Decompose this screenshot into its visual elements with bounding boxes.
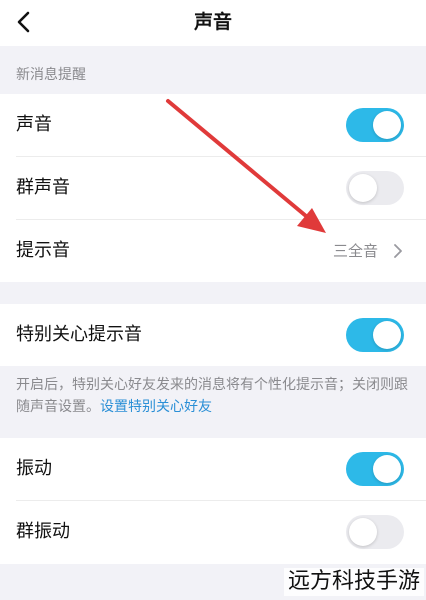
group-sound-label: 群声音 [16, 177, 70, 198]
group-vibrate-row: 群振动 [0, 501, 426, 563]
toggle-knob [373, 111, 401, 139]
group-vibrate-label: 群振动 [16, 521, 70, 542]
special-care-tone-toggle[interactable] [346, 318, 404, 352]
special-care-tone-row: 特别关心提示音 [0, 304, 426, 366]
sound-toggle[interactable] [346, 108, 404, 142]
group-sound-row: 群声音 [0, 157, 426, 219]
vibrate-label: 振动 [16, 458, 52, 479]
sound-label: 声音 [16, 114, 52, 135]
chevron-right-icon [394, 244, 402, 258]
group-vibrate-toggle[interactable] [346, 515, 404, 549]
watermark: 远方科技手游 [283, 568, 424, 596]
special-care-tone-label: 特别关心提示音 [16, 324, 142, 345]
sound-row: 声音 [0, 94, 426, 156]
set-special-care-friends-link[interactable]: 设置特别关心好友 [100, 399, 212, 415]
toggle-knob [373, 321, 401, 349]
special-care-description: 开启后，特别关心好友发来的消息将有个性化提示音；关闭则跟随声音设置。设置特别关心… [16, 374, 412, 418]
special-care-group: 特别关心提示音 [0, 304, 426, 366]
section-header: 新消息提醒 [16, 67, 86, 83]
nav-bar: 声音 [0, 0, 426, 46]
vibration-group: 振动 群振动 [0, 438, 426, 564]
page-title: 声音 [193, 11, 232, 33]
description-text: 开启后，特别关心好友发来的消息将有个性化提示音；关闭则跟随声音设置。 [16, 377, 408, 415]
alert-tone-value: 三全音 [332, 242, 378, 260]
group-sound-toggle[interactable] [346, 171, 404, 205]
vibrate-toggle[interactable] [346, 452, 404, 486]
alert-tone-label: 提示音 [16, 240, 70, 261]
alert-tone-row[interactable]: 提示音 三全音 [0, 220, 426, 282]
toggle-knob [373, 455, 401, 483]
new-message-group: 声音 群声音 提示音 三全音 [0, 94, 426, 282]
vibrate-row: 振动 [0, 438, 426, 500]
toggle-knob [349, 174, 377, 202]
toggle-knob [349, 518, 377, 546]
